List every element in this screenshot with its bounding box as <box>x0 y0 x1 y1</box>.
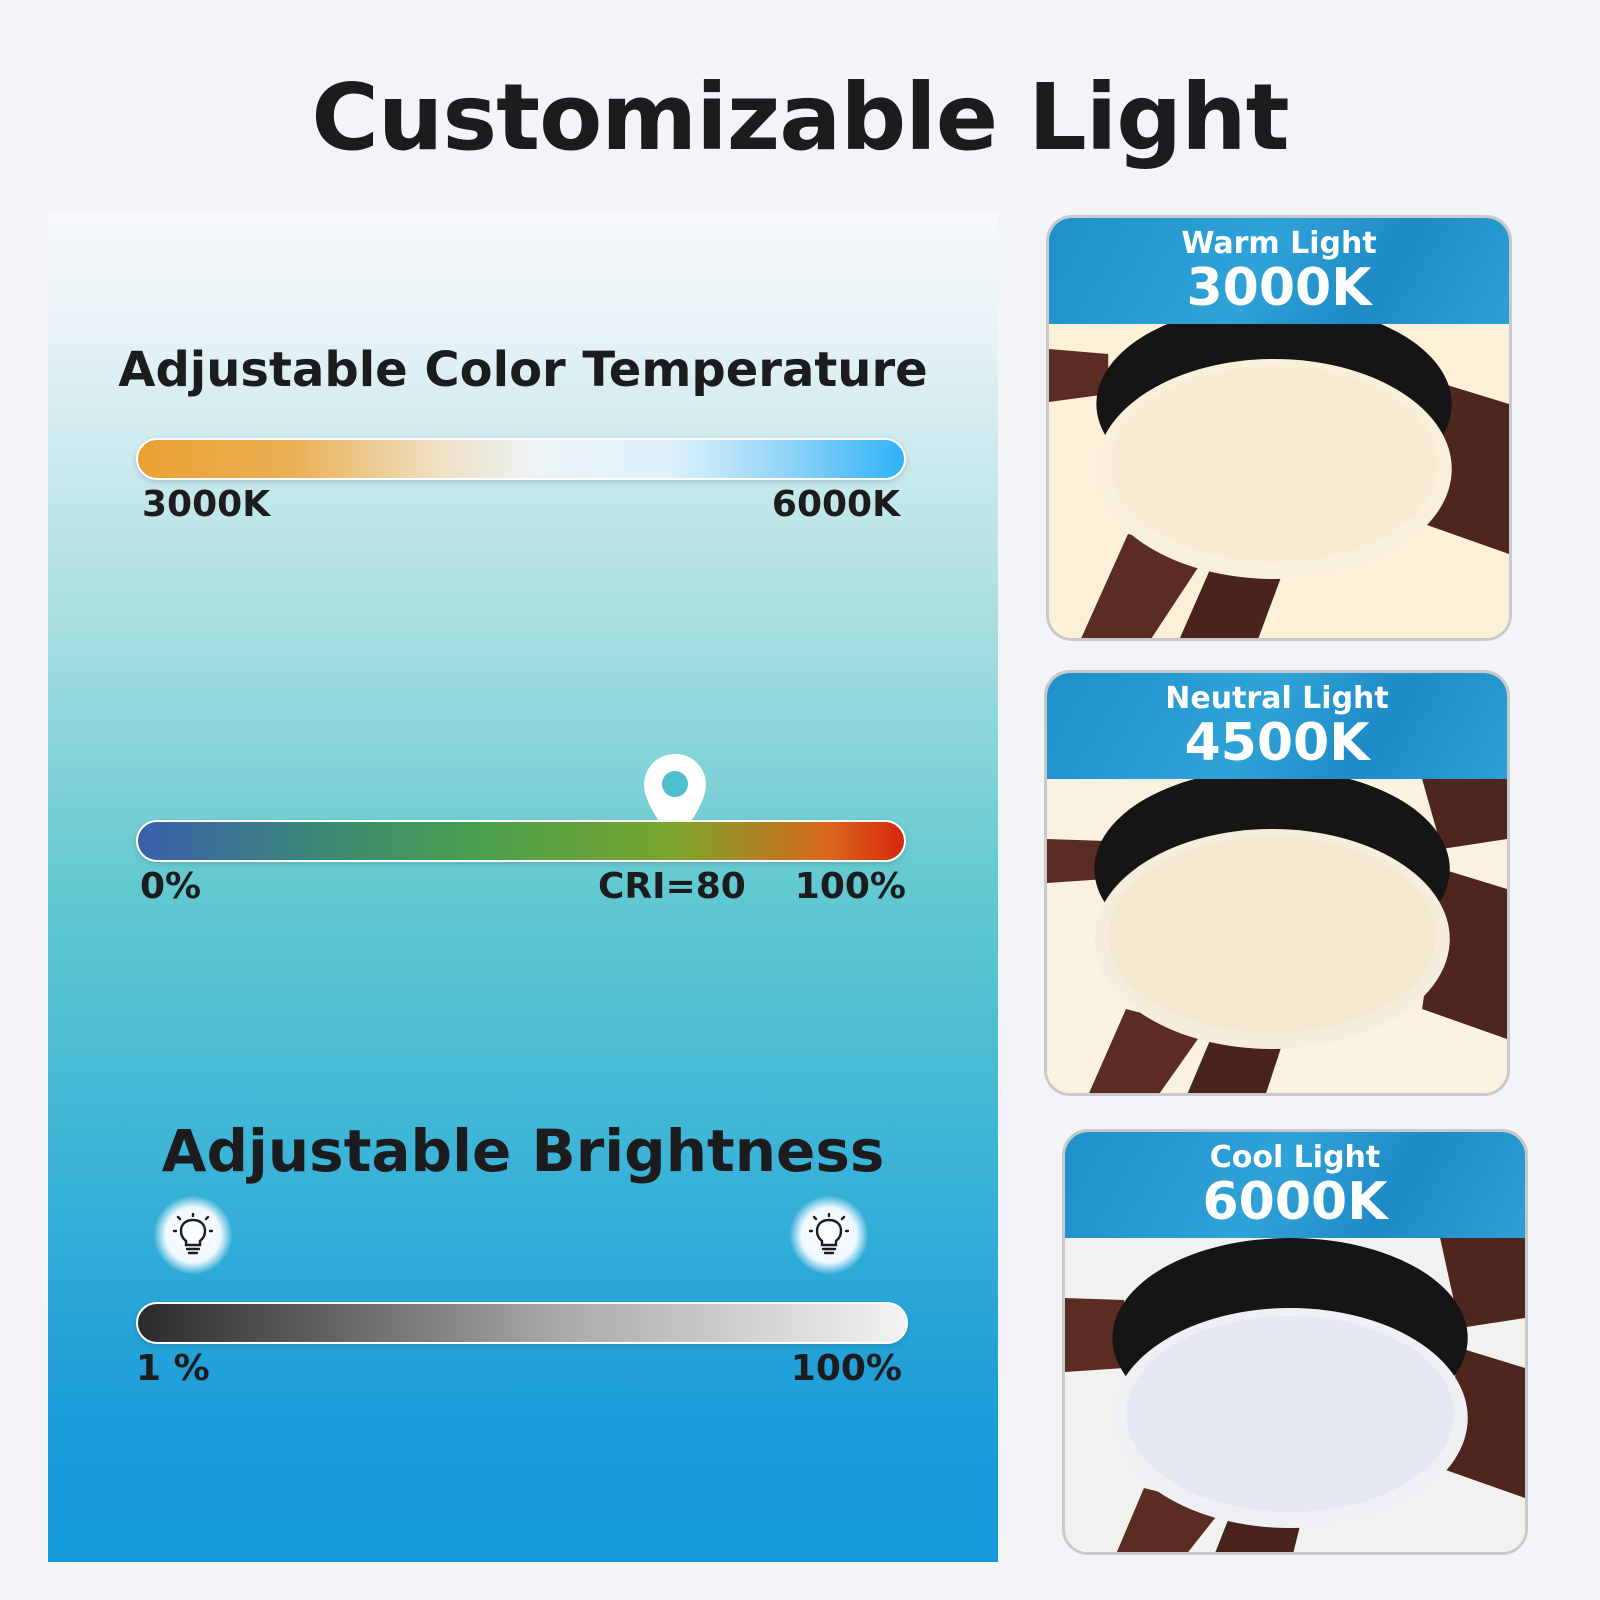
neutral-light-kelvin: 4500K <box>1184 713 1370 773</box>
neutral-light-fan-image <box>1047 779 1507 1093</box>
neutral-light-name: Neutral Light <box>1165 681 1389 716</box>
color-temperature-min-label: 3000K <box>142 484 271 525</box>
neutral-light-header: Neutral Light 4500K <box>1047 673 1507 779</box>
warm-light-fan-image <box>1049 324 1509 638</box>
lightbulb-dim-icon <box>154 1196 232 1274</box>
cri-bar <box>136 820 906 862</box>
cool-light-card: Cool Light 6000K <box>1062 1129 1528 1555</box>
cri-min-label: 0% <box>140 866 202 907</box>
cool-light-header: Cool Light 6000K <box>1065 1132 1525 1238</box>
warm-light-card: Warm Light 3000K <box>1046 215 1512 641</box>
brightness-max-label: 100% <box>790 1348 902 1389</box>
lightbulb-bright-icon <box>790 1196 868 1274</box>
page-title: Customizable Light <box>311 64 1289 171</box>
spec-panel: Adjustable Color Temperature 3000K 6000K… <box>48 212 998 1562</box>
cool-light-fan-image <box>1065 1238 1525 1552</box>
color-temperature-title: Adjustable Color Temperature <box>118 342 928 398</box>
cool-light-kelvin: 6000K <box>1202 1172 1388 1232</box>
brightness-bar <box>136 1302 908 1344</box>
warm-light-kelvin: 3000K <box>1186 258 1372 318</box>
color-temperature-bar <box>136 438 906 480</box>
brightness-min-label: 1 % <box>136 1348 210 1389</box>
brightness-title: Adjustable Brightness <box>161 1117 885 1185</box>
cool-light-name: Cool Light <box>1209 1140 1381 1175</box>
cri-max-label: 100% <box>794 866 906 907</box>
color-temperature-max-label: 6000K <box>771 484 900 525</box>
warm-light-name: Warm Light <box>1181 226 1377 261</box>
cri-value-label: CRI=80 <box>598 866 746 907</box>
neutral-light-card: Neutral Light 4500K <box>1044 670 1510 1096</box>
warm-light-header: Warm Light 3000K <box>1049 218 1509 324</box>
